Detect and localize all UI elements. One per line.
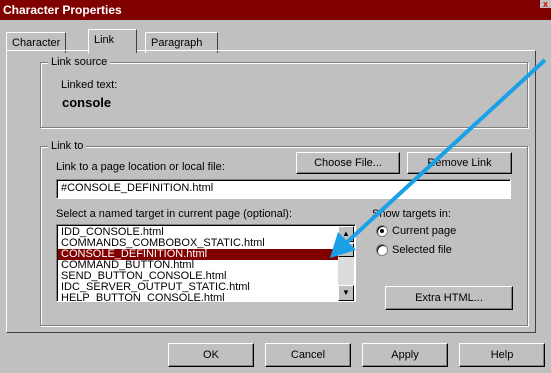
cancel-button[interactable]: Cancel xyxy=(265,343,351,367)
remove-link-button[interactable]: Remove Link xyxy=(407,152,512,174)
ok-button[interactable]: OK xyxy=(168,343,254,367)
scroll-up-icon[interactable]: ▲ xyxy=(338,226,354,242)
list-item[interactable]: COMMAND_BUTTON.html xyxy=(58,260,338,271)
current-page-radio[interactable] xyxy=(376,225,388,237)
link-source-group xyxy=(40,62,528,128)
title-bar: Character Properties x xyxy=(0,0,551,20)
targets-label: Select a named target in current page (o… xyxy=(56,208,293,220)
scroll-down-icon[interactable]: ▼ xyxy=(338,285,354,301)
show-targets-label: Show targets in: xyxy=(372,208,451,220)
list-item[interactable]: COMMANDS_COMBOBOX_STATIC.html xyxy=(58,238,338,249)
list-item[interactable]: IDD_CONSOLE.html xyxy=(58,227,338,238)
linked-text-value: console xyxy=(62,95,112,110)
location-input[interactable]: #CONSOLE_DEFINITION.html xyxy=(56,179,511,199)
linked-text-label: Linked text: xyxy=(61,79,118,91)
close-icon[interactable]: x xyxy=(540,0,551,8)
location-label: Link to a page location or local file: xyxy=(56,161,225,173)
target-list[interactable]: IDD_CONSOLE.html COMMANDS_COMBOBOX_STATI… xyxy=(56,224,356,302)
location-input-value: #CONSOLE_DEFINITION.html xyxy=(61,182,214,194)
extra-html-button[interactable]: Extra HTML... xyxy=(385,286,513,310)
list-item-selected[interactable]: CONSOLE_DEFINITION.html xyxy=(58,249,338,260)
link-to-label: Link to xyxy=(48,140,87,152)
tab-link[interactable]: Link xyxy=(88,29,137,53)
list-scrollbar[interactable]: ▲ ▼ xyxy=(338,226,354,301)
selected-file-radio[interactable] xyxy=(376,244,388,256)
link-source-label: Link source xyxy=(48,56,111,68)
choose-file-button[interactable]: Choose File... xyxy=(296,152,400,174)
apply-button[interactable]: Apply xyxy=(362,343,448,367)
list-item[interactable]: IDC_SERVER_OUTPUT_STATIC.html xyxy=(58,282,338,293)
list-item[interactable]: SEND_BUTTON_CONSOLE.html xyxy=(58,271,338,282)
scroll-thumb[interactable] xyxy=(338,243,354,257)
current-page-label: Current page xyxy=(392,225,457,237)
selected-file-label: Selected file xyxy=(392,244,452,256)
window-title: Character Properties xyxy=(3,3,122,17)
list-item[interactable]: HELP_BUTTON_CONSOLE.html xyxy=(58,293,338,301)
help-button[interactable]: Help xyxy=(459,343,545,367)
